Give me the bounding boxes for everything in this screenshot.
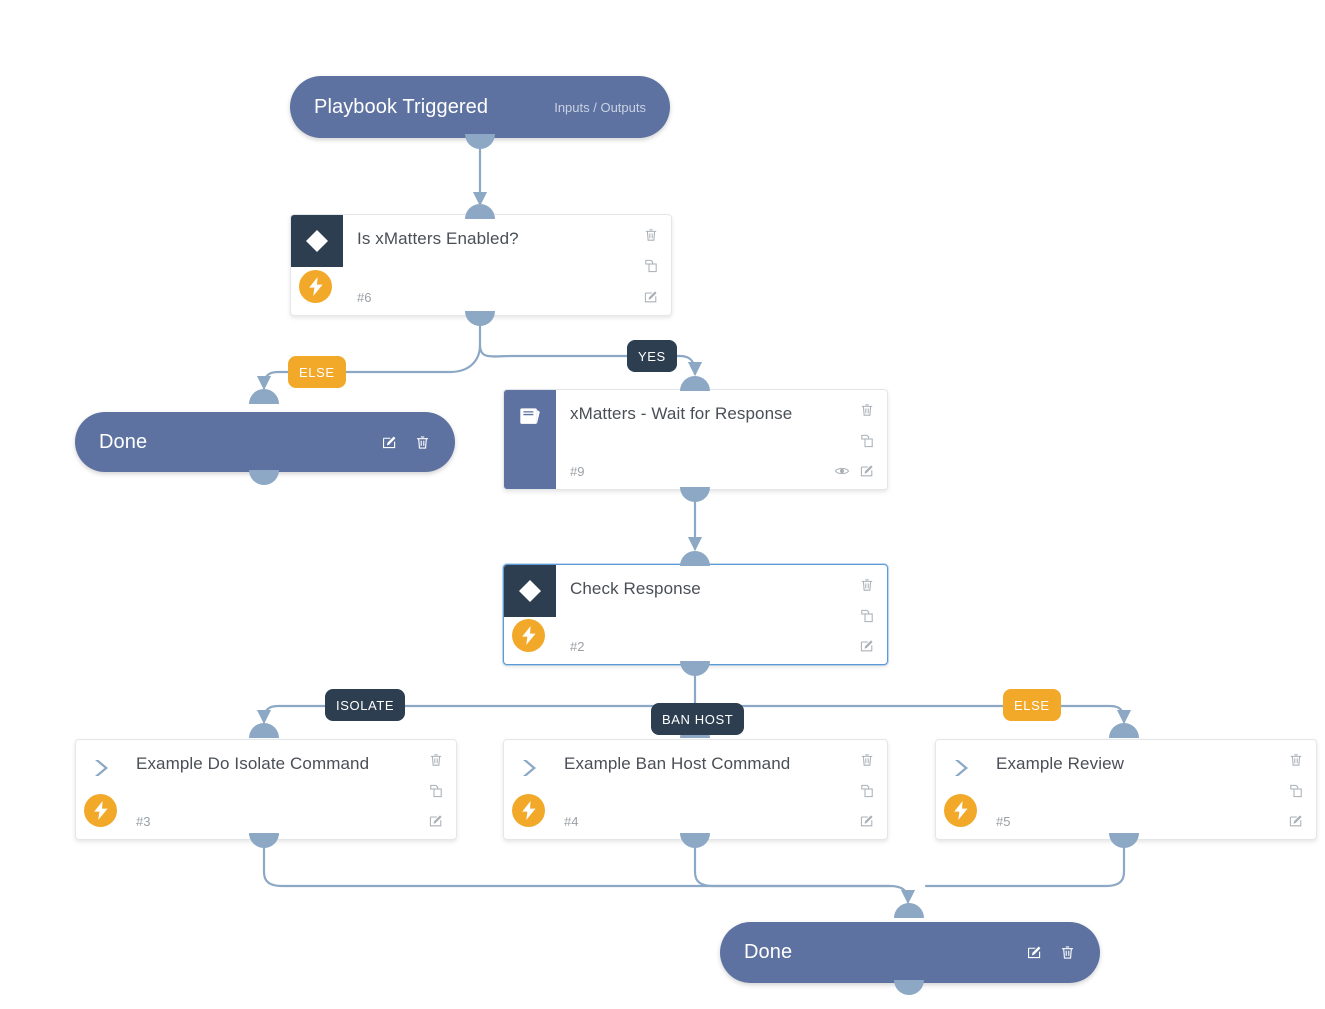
- node-icon-area: [76, 740, 128, 839]
- bolt-icon: [84, 794, 117, 827]
- port-start-out[interactable]: [465, 134, 495, 149]
- trash-icon[interactable]: [1059, 944, 1076, 961]
- edge-isolate-to-done: [262, 844, 916, 905]
- node-actions-last-row: [834, 463, 875, 479]
- port-check-in[interactable]: [680, 551, 710, 566]
- edit-icon[interactable]: [859, 638, 875, 654]
- edit-icon[interactable]: [428, 813, 444, 829]
- node-icon-area: [504, 390, 556, 489]
- trash-icon[interactable]: [859, 577, 875, 593]
- copy-icon[interactable]: [643, 258, 659, 274]
- book-icon: [504, 390, 556, 489]
- trash-icon[interactable]: [643, 227, 659, 243]
- node-actions: [611, 227, 659, 305]
- edge-label-text: ELSE: [299, 364, 335, 380]
- edge-label-text: BAN HOST: [662, 711, 734, 727]
- edge-label-text: YES: [638, 348, 666, 364]
- node-icon-area: [291, 215, 343, 315]
- node-icon-area: [936, 740, 988, 839]
- node-actions: [1256, 752, 1304, 829]
- edge-label-else-bottom[interactable]: ELSE: [1003, 689, 1061, 721]
- port-done-left-out[interactable]: [249, 470, 279, 485]
- trash-icon[interactable]: [1288, 752, 1304, 768]
- node-icon-area: [504, 565, 556, 664]
- port-xmatters-out[interactable]: [680, 487, 710, 502]
- trash-icon[interactable]: [859, 752, 875, 768]
- copy-icon[interactable]: [428, 783, 444, 799]
- node-actions: [396, 752, 444, 829]
- node-xmatters-wait-for-response[interactable]: xMatters - Wait for Response #9: [503, 389, 888, 490]
- edge-label-text: ISOLATE: [336, 697, 395, 713]
- port-review-in[interactable]: [1109, 723, 1139, 738]
- edit-icon[interactable]: [859, 813, 875, 829]
- edit-icon[interactable]: [1026, 944, 1043, 961]
- edit-icon[interactable]: [859, 463, 875, 479]
- chevron-right-icon: [88, 754, 116, 782]
- port-banhost-out[interactable]: [680, 833, 710, 848]
- bolt-icon: [299, 270, 332, 303]
- node-title: Done: [99, 430, 148, 453]
- copy-icon[interactable]: [859, 608, 875, 624]
- node-actions: [827, 577, 875, 654]
- node-actions: [1026, 944, 1076, 961]
- edge-label-text: ELSE: [1014, 697, 1050, 713]
- port-decision6-out[interactable]: [465, 311, 495, 326]
- diamond-icon: [291, 215, 343, 267]
- edit-icon[interactable]: [643, 289, 659, 305]
- playbook-canvas[interactable]: Playbook Triggered Inputs / Outputs Is x…: [0, 0, 1325, 1009]
- port-decision6-in[interactable]: [465, 204, 495, 219]
- port-done-bottom-out[interactable]: [894, 980, 924, 995]
- bolt-icon: [512, 794, 545, 827]
- edge-label-isolate[interactable]: ISOLATE: [325, 689, 406, 721]
- port-isolate-out[interactable]: [249, 833, 279, 848]
- edit-icon[interactable]: [1288, 813, 1304, 829]
- edge-label-else-top[interactable]: ELSE: [288, 356, 346, 388]
- trash-icon[interactable]: [414, 434, 431, 451]
- bolt-icon: [944, 794, 977, 827]
- port-xmatters-in[interactable]: [680, 376, 710, 391]
- node-check-response[interactable]: Check Response #2: [503, 564, 888, 665]
- node-subtitle: Inputs / Outputs: [554, 99, 646, 115]
- node-is-xmatters-enabled[interactable]: Is xMatters Enabled? #6: [290, 214, 672, 316]
- edge-label-yes[interactable]: YES: [627, 340, 677, 372]
- port-done-left-in[interactable]: [249, 389, 279, 404]
- edge-label-ban-host[interactable]: BAN HOST: [651, 703, 745, 735]
- port-check-out[interactable]: [680, 661, 710, 676]
- chevron-right-icon: [948, 754, 976, 782]
- node-example-ban-host-command[interactable]: Example Ban Host Command #4: [503, 739, 888, 840]
- node-actions: [381, 434, 431, 451]
- diamond-icon: [504, 565, 556, 617]
- node-done-left[interactable]: Done: [75, 412, 455, 472]
- edge-layer: [256, 146, 1132, 905]
- node-actions: [827, 402, 875, 479]
- copy-icon[interactable]: [1288, 783, 1304, 799]
- port-done-bottom-in[interactable]: [894, 903, 924, 918]
- edge-review-to-done: [924, 844, 1126, 888]
- node-done-bottom[interactable]: Done: [720, 922, 1100, 983]
- node-playbook-triggered[interactable]: Playbook Triggered Inputs / Outputs: [290, 76, 670, 138]
- node-example-do-isolate-command[interactable]: Example Do Isolate Command #3: [75, 739, 457, 840]
- port-isolate-in[interactable]: [249, 723, 279, 738]
- trash-icon[interactable]: [428, 752, 444, 768]
- node-title: Done: [744, 941, 793, 963]
- node-title: Playbook Triggered: [314, 95, 489, 118]
- port-review-out[interactable]: [1109, 833, 1139, 848]
- node-actions: [827, 752, 875, 829]
- node-example-review[interactable]: Example Review #5: [935, 739, 1317, 840]
- edge-banhost-to-done: [693, 844, 892, 888]
- copy-icon[interactable]: [859, 433, 875, 449]
- bolt-icon: [512, 619, 545, 652]
- copy-icon[interactable]: [859, 783, 875, 799]
- eye-icon[interactable]: [834, 463, 850, 479]
- node-icon-area: [504, 740, 556, 839]
- trash-icon[interactable]: [859, 402, 875, 418]
- edit-icon[interactable]: [381, 434, 398, 451]
- chevron-right-icon: [516, 754, 544, 782]
